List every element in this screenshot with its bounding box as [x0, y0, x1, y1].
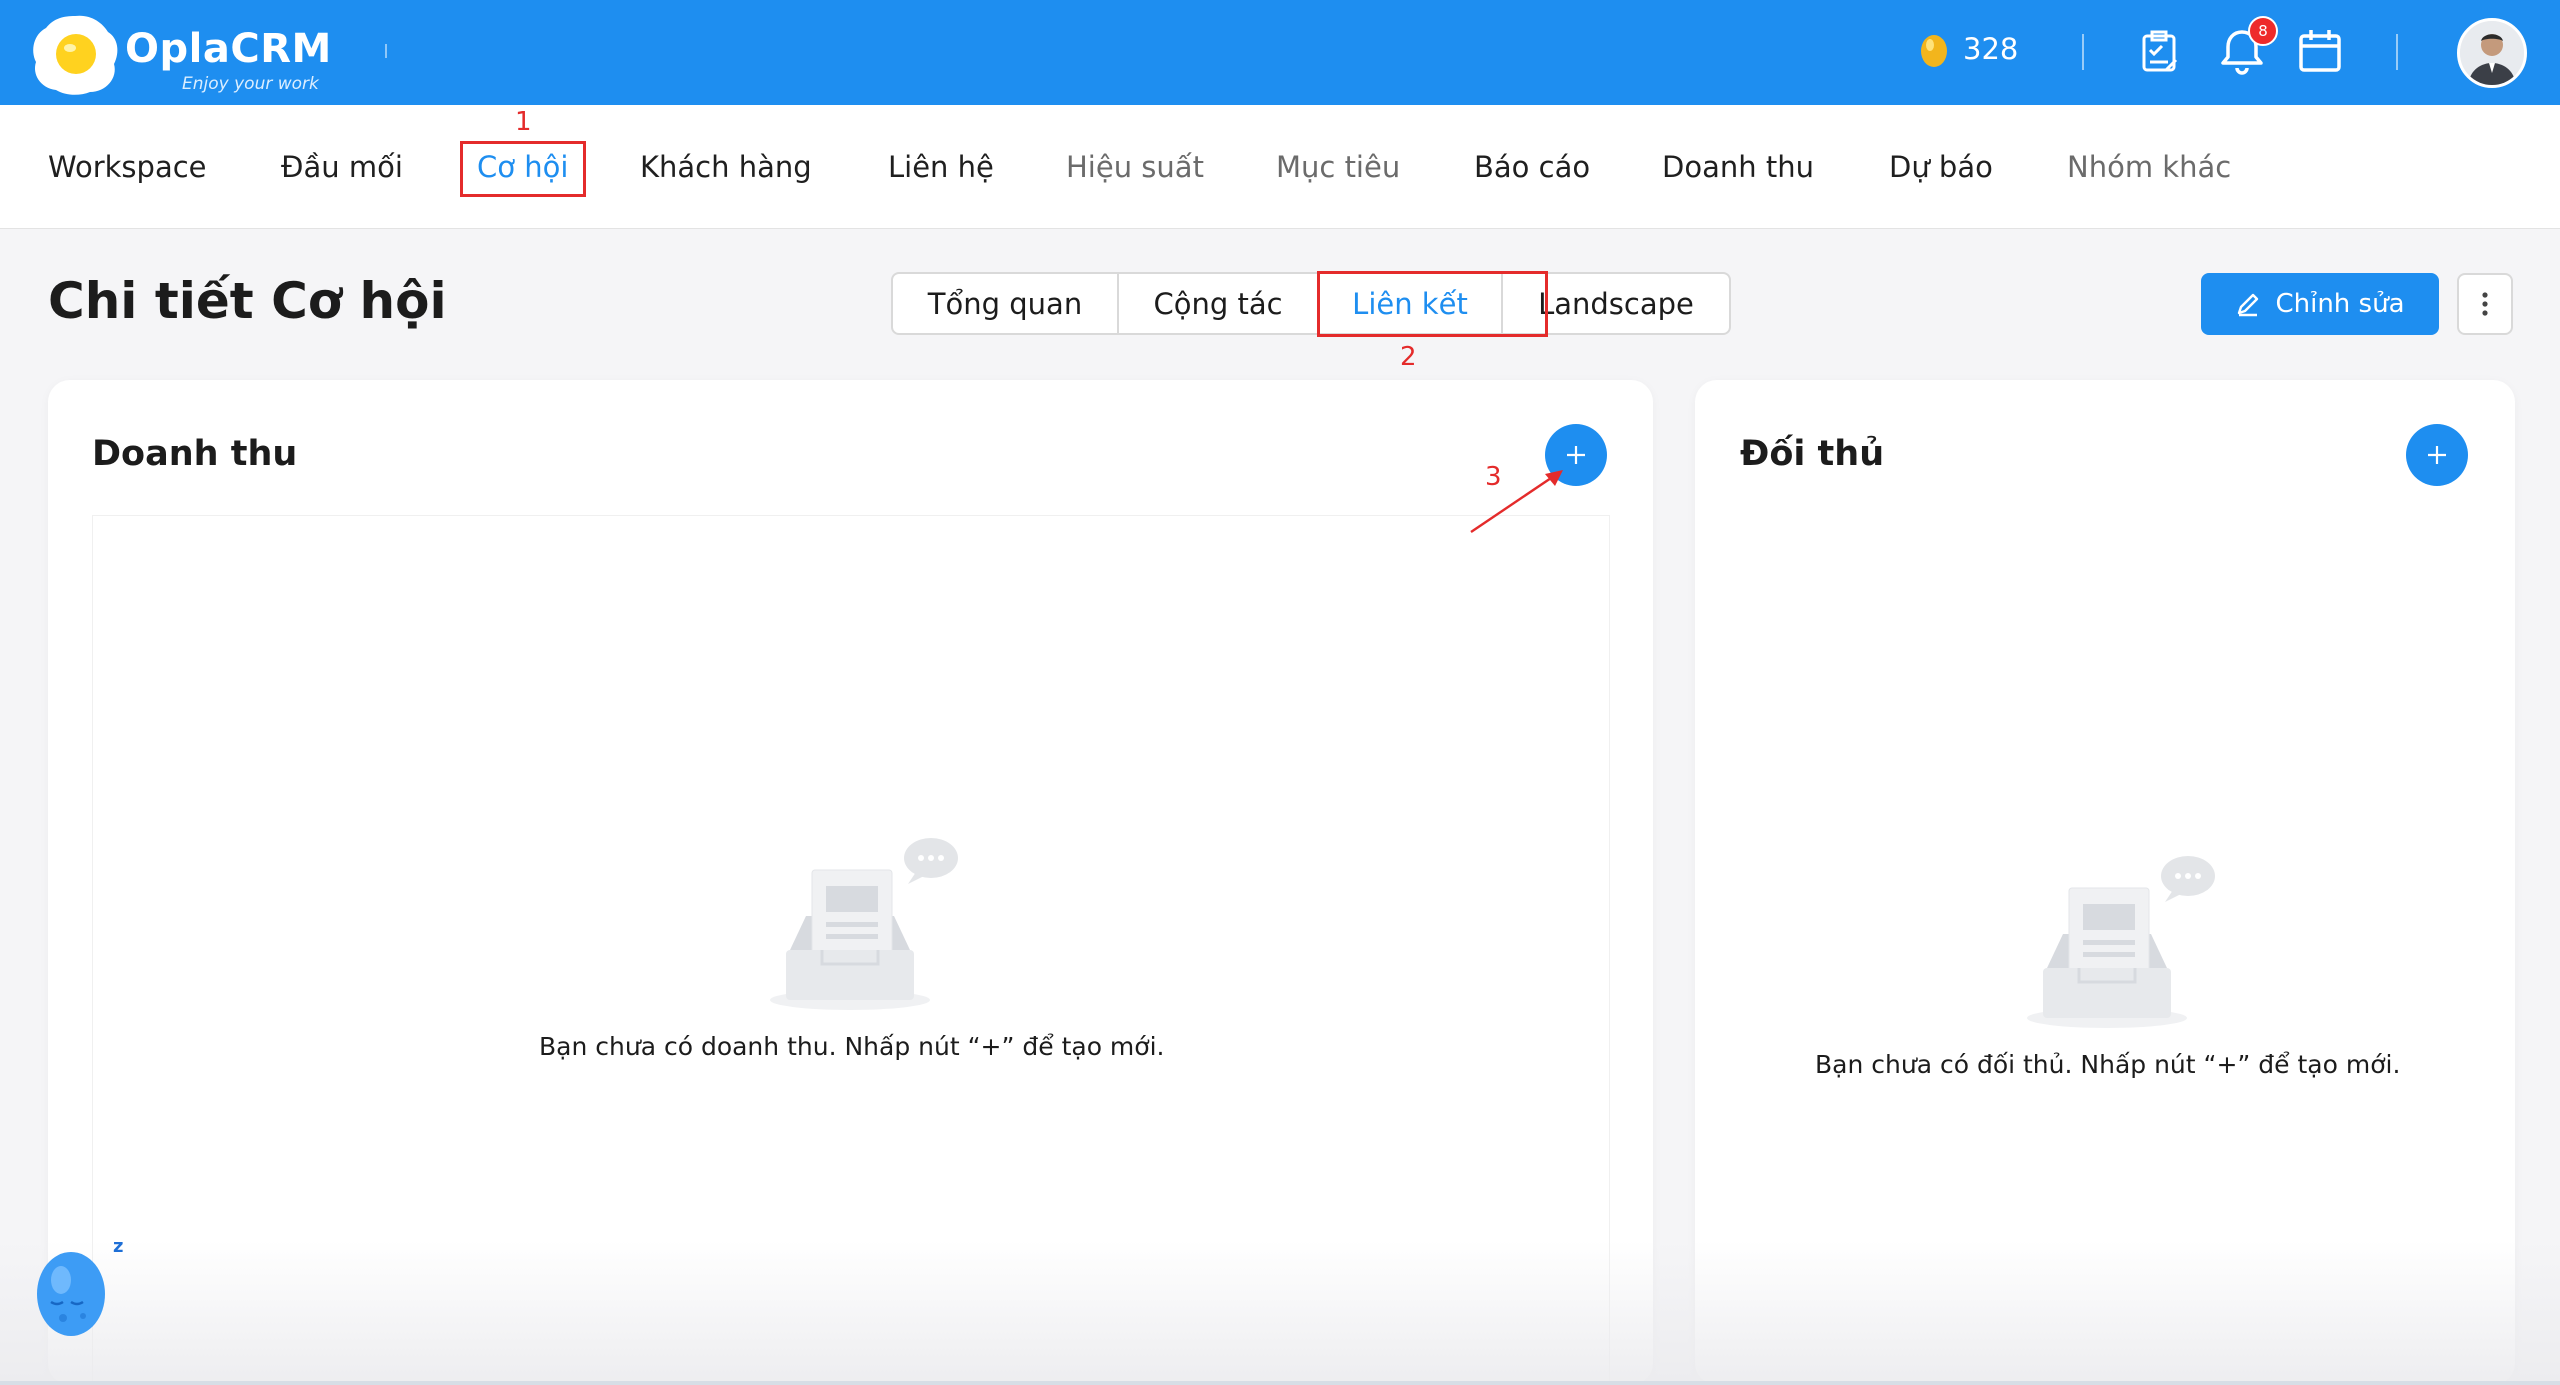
empty-inbox-icon [2027, 856, 2215, 1028]
nav-performance[interactable]: Hiệu suất [1066, 150, 1204, 184]
nav-forecast[interactable]: Dự báo [1889, 150, 1993, 184]
tab-overview[interactable]: Tổng quan [893, 274, 1119, 333]
plus-icon [2428, 446, 2446, 464]
annotation-box-1 [460, 141, 586, 197]
empty-inbox-icon [770, 838, 958, 1010]
coin-icon [1921, 35, 1947, 67]
annotation-box-2 [1317, 271, 1548, 337]
user-avatar[interactable] [2457, 18, 2527, 88]
nav-contacts[interactable]: Liên hệ [888, 150, 994, 184]
top-bar: OplaCRM Enjoy your work 328 8 [0, 0, 2560, 105]
add-competitor-button[interactable] [2406, 424, 2468, 486]
nav-other-groups[interactable]: Nhóm khác [2067, 150, 2231, 184]
notification-badge: 8 [2248, 16, 2278, 46]
detail-tabs: Tổng quan Cộng tác Liên kết Landscape [891, 272, 1731, 335]
egg-logo-icon [33, 15, 118, 95]
competitor-card-title: Đối thủ [1740, 434, 1885, 474]
nav-goals[interactable]: Mục tiêu [1276, 150, 1400, 184]
edit-button[interactable]: Chỉnh sửa [2201, 273, 2439, 335]
main-nav: Workspace Đầu mối Cơ hội Khách hàng Liên… [0, 105, 2560, 229]
logo-divider [385, 44, 387, 58]
logo-text: OplaCRM [125, 26, 332, 72]
checklist-icon[interactable] [2136, 26, 2184, 76]
annotation-step-1: 1 [515, 107, 532, 137]
bottom-edge [0, 1381, 2560, 1385]
assistant-mascot[interactable]: z [33, 1236, 133, 1340]
logo-tagline: Enjoy your work [182, 74, 319, 94]
person-icon [2460, 21, 2524, 85]
nav-workspace[interactable]: Workspace [48, 150, 207, 184]
annotation-step-2: 2 [1400, 342, 1417, 372]
competitor-empty-message: Bạn chưa có đối thủ. Nhấp nút “+” để tạo… [1815, 1050, 2401, 1079]
logo[interactable]: OplaCRM Enjoy your work [30, 10, 332, 98]
sleep-mark: z [113, 1236, 124, 1257]
edit-button-label: Chỉnh sửa [2275, 289, 2405, 319]
page-title: Chi tiết Cơ hội [48, 272, 447, 330]
divider [2396, 34, 2398, 70]
revenue-card-title: Doanh thu [92, 434, 298, 474]
calendar-icon[interactable] [2296, 26, 2344, 76]
annotation-arrow-icon [1470, 470, 1563, 533]
nav-revenue[interactable]: Doanh thu [1662, 150, 1814, 184]
nav-leads[interactable]: Đầu mối [281, 150, 403, 184]
nav-reports[interactable]: Báo cáo [1474, 150, 1590, 184]
more-vertical-icon [2482, 292, 2488, 316]
nav-customers[interactable]: Khách hàng [640, 150, 812, 184]
more-options-button[interactable] [2457, 273, 2513, 335]
revenue-empty-message: Bạn chưa có doanh thu. Nhấp nút “+” để t… [539, 1032, 1165, 1061]
tab-collaboration[interactable]: Cộng tác [1119, 274, 1319, 333]
coin-balance: 328 [1963, 32, 2019, 66]
divider [2082, 34, 2084, 70]
pencil-icon [2238, 293, 2259, 317]
